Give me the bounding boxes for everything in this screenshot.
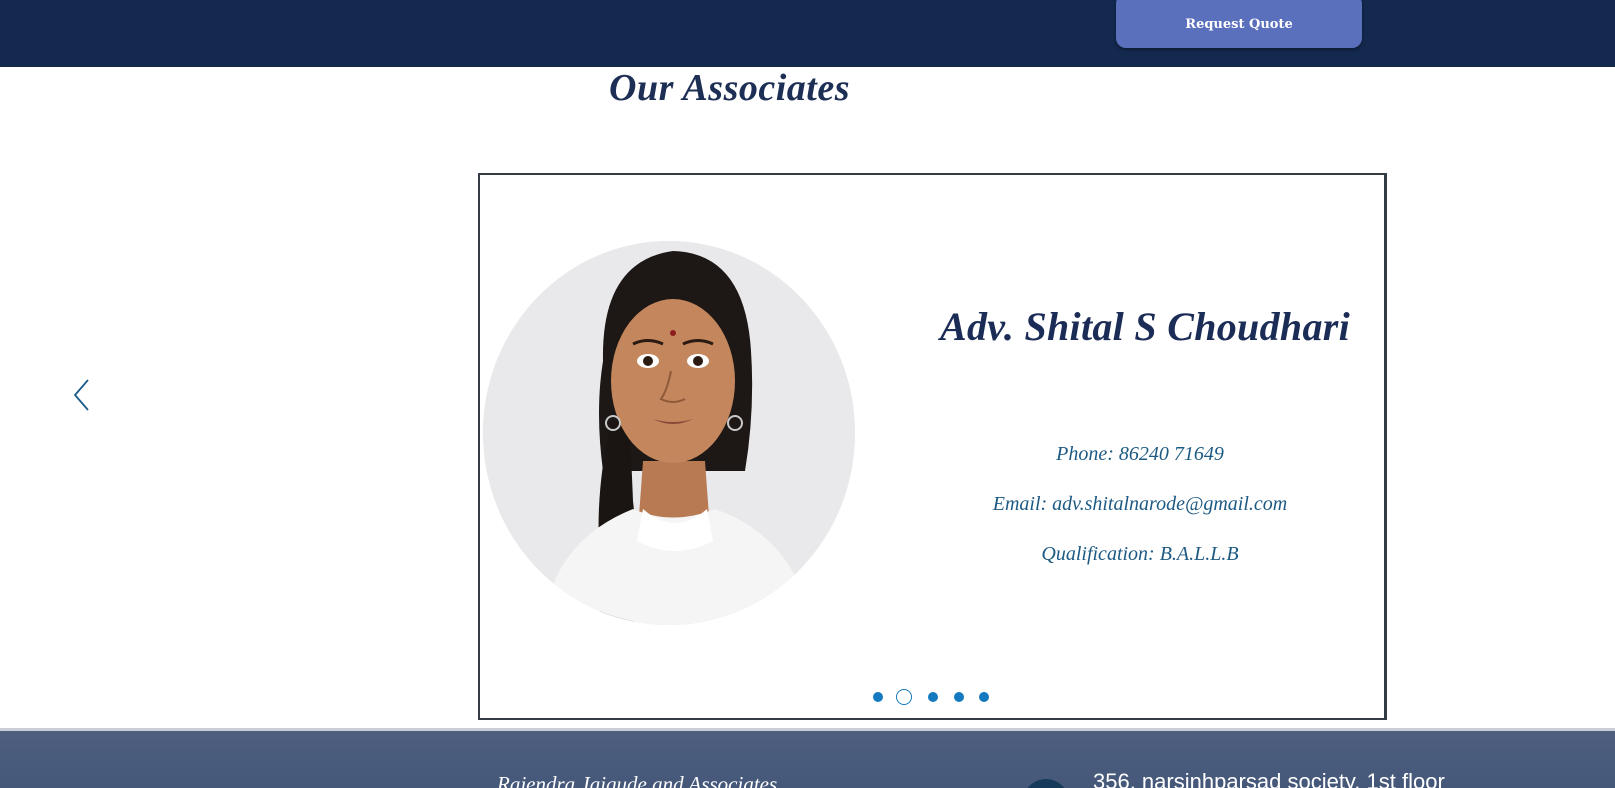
associate-photo <box>483 241 855 625</box>
slider-dot-2[interactable] <box>896 689 912 705</box>
associate-card: Adv. Shital S Choudhari Phone: 86240 716… <box>478 173 1387 720</box>
slider-dot-5[interactable] <box>979 692 989 702</box>
associate-phone: Phone: 86240 71649 <box>1056 443 1224 465</box>
associate-name: Adv. Shital S Choudhari <box>940 304 1351 349</box>
footer-address: 356, narsinhparsad society, 1st floor <box>1093 769 1445 788</box>
slider-dot-4[interactable] <box>954 692 964 702</box>
chevron-left-icon <box>73 379 89 411</box>
slider-pagination <box>873 688 1113 706</box>
section-title: Our Associates <box>609 67 851 109</box>
associate-email: Email: adv.shitalnarode@gmail.com <box>992 493 1288 515</box>
request-quote-button[interactable]: Request Quote <box>1116 0 1362 48</box>
slider-prev-button[interactable] <box>68 374 96 416</box>
location-icon <box>1023 779 1069 788</box>
site-header: Request Quote <box>0 0 1615 67</box>
site-footer: Rajendra Jaigude and Associates 356, nar… <box>0 728 1615 788</box>
footer-brand: Rajendra Jaigude and Associates <box>497 772 778 788</box>
slider-dot-3[interactable] <box>928 692 938 702</box>
slider-dot-1[interactable] <box>873 692 883 702</box>
associate-qualification: Qualification: B.A.L.L.B <box>1041 543 1239 565</box>
